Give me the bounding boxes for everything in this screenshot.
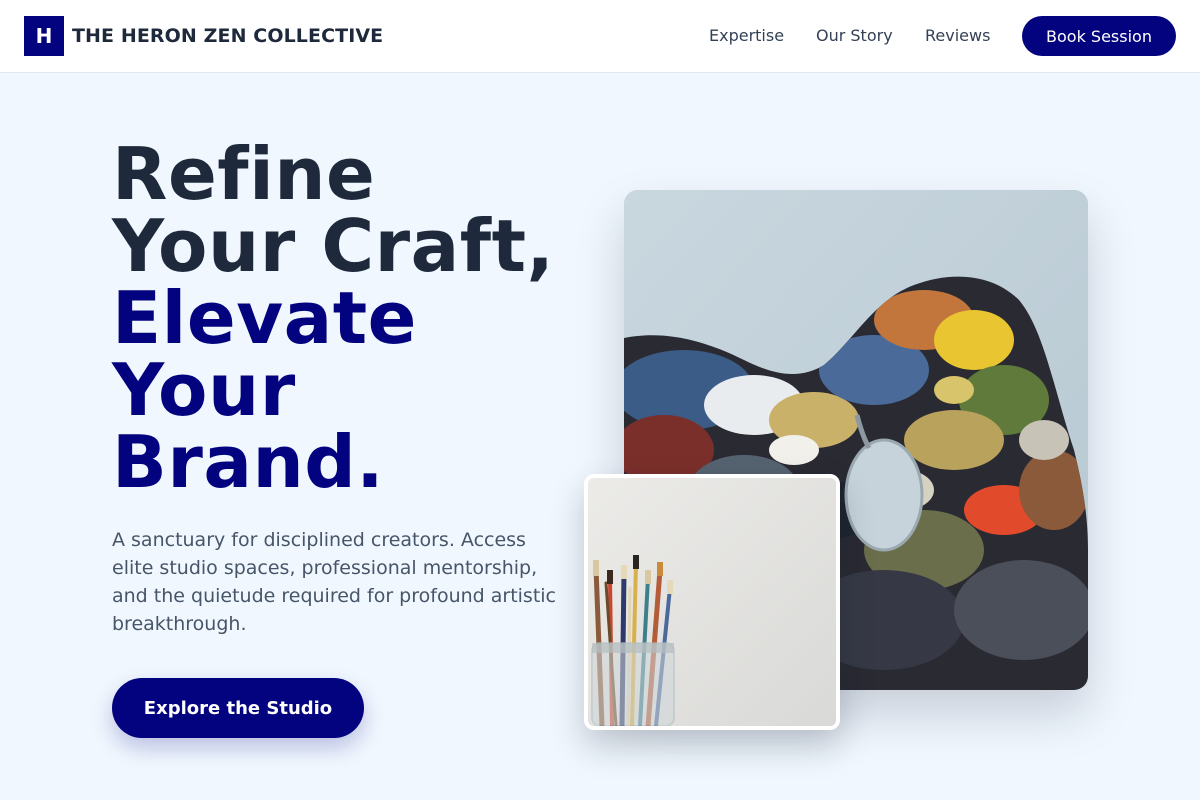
book-session-button[interactable]: Book Session — [1022, 16, 1176, 56]
hero-headline: Refine Your Craft, Elevate Your Brand. — [112, 138, 592, 498]
headline-line-5: Brand. — [112, 420, 385, 504]
headline-line-1: Refine — [112, 132, 376, 216]
headline-line-3: Elevate — [112, 276, 417, 360]
brushes-jar-photo — [584, 474, 840, 730]
nav-reviews-link[interactable]: Reviews — [925, 24, 990, 48]
headline-line-4: Your — [112, 348, 296, 432]
nav-our-story-link[interactable]: Our Story — [816, 24, 893, 48]
site-header: H THE HERON ZEN COLLECTIVE Expertise Our… — [0, 0, 1200, 73]
brand-name[interactable]: THE HERON ZEN COLLECTIVE — [72, 24, 383, 48]
nav-expertise-link[interactable]: Expertise — [709, 24, 784, 48]
explore-studio-button[interactable]: Explore the Studio — [112, 678, 364, 738]
headline-line-2: Your Craft, — [112, 204, 555, 288]
hero-subtext: A sanctuary for disciplined creators. Ac… — [112, 529, 557, 635]
logo-mark[interactable]: H — [24, 16, 64, 56]
